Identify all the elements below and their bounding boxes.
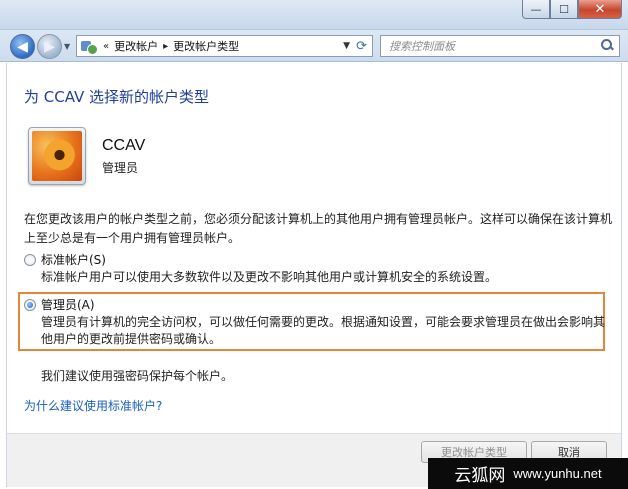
arrow-left-icon: ◀ [17, 38, 28, 55]
address-chevron-icon[interactable]: « [103, 41, 109, 52]
navigation-bar: ◀ ▶ ▼ « 更改帐户 ▸ 更改帐户类型 ▼ ⟳ 搜索控制面板 [0, 30, 628, 62]
back-button[interactable]: ◀ [10, 34, 35, 59]
option-administrator[interactable]: 管理员(A) 管理员有计算机的完全访问权，可以做任何需要的更改。根据通知设置，可… [24, 296, 614, 348]
maximize-icon: ☐ [559, 2, 569, 16]
search-input[interactable]: 搜索控制面板 [380, 35, 620, 57]
password-recommendation: 我们建议使用强密码保护每个帐户。 [41, 369, 234, 383]
main-content: 为 CCAV 选择新的帐户类型 CCAV 管理员 在您更改该用户的帐户类型之前，… [6, 63, 622, 487]
title-bar: — ☐ ✕ [0, 0, 628, 30]
address-actions: ▼ ⟳ [343, 39, 372, 54]
explanation-text: 在您更改该用户的帐户类型之前，您必须分配该计算机上的其他用户拥有管理员帐户。这样… [24, 212, 613, 245]
user-role: 管理员 [102, 161, 139, 175]
refresh-icon[interactable]: ⟳ [356, 39, 367, 54]
watermark: 云狐网 www.yunhu.net [428, 458, 628, 489]
breadcrumb-change-account[interactable]: 更改帐户 [114, 38, 158, 54]
page-title: 为 CCAV 选择新的帐户类型 [24, 88, 210, 106]
flower-picture-icon [32, 131, 82, 181]
control-panel-icon [80, 38, 98, 55]
minimize-icon: — [530, 2, 542, 16]
search-placeholder: 搜索控制面板 [389, 40, 455, 53]
close-button[interactable]: ✕ [578, 0, 622, 19]
address-dropdown-icon[interactable]: ▼ [343, 41, 350, 51]
minimize-button[interactable]: — [522, 0, 550, 19]
option-desc-standard: 标准帐户用户可以使用大多数软件以及更改不影响其他用户或计算机安全的系统设置。 [41, 270, 498, 284]
search-icon[interactable] [601, 39, 614, 52]
watermark-name: 云狐网 [454, 466, 506, 486]
address-bar[interactable]: « 更改帐户 ▸ 更改帐户类型 ▼ ⟳ [76, 35, 373, 57]
radio-administrator[interactable] [24, 299, 36, 311]
user-name: CCAV [102, 137, 146, 154]
option-label-administrator[interactable]: 管理员(A) [41, 296, 95, 313]
watermark-url: www.yunhu.net [513, 466, 602, 481]
breadcrumb-change-account-type[interactable]: 更改帐户类型 [173, 38, 239, 54]
breadcrumb-separator-icon[interactable]: ▸ [163, 41, 168, 52]
why-standard-account-link[interactable]: 为什么建议使用标准帐户? [24, 397, 162, 414]
window-controls: — ☐ ✕ [522, 0, 622, 19]
close-icon: ✕ [594, 1, 606, 17]
option-standard-account[interactable]: 标准帐户(S) 标准帐户用户可以使用大多数软件以及更改不影响其他用户或计算机安全… [24, 251, 614, 291]
arrow-right-icon: ▶ [44, 38, 55, 55]
radio-standard-account[interactable] [24, 254, 36, 266]
avatar [28, 127, 86, 185]
forward-button[interactable]: ▶ [37, 34, 62, 59]
recent-pages-dropdown-icon[interactable]: ▼ [64, 42, 70, 51]
maximize-button[interactable]: ☐ [550, 0, 578, 19]
option-desc-administrator: 管理员有计算机的完全访问权，可以做任何需要的更改。根据通知设置，可能会要求管理员… [41, 315, 606, 346]
option-label-standard[interactable]: 标准帐户(S) [41, 251, 106, 268]
